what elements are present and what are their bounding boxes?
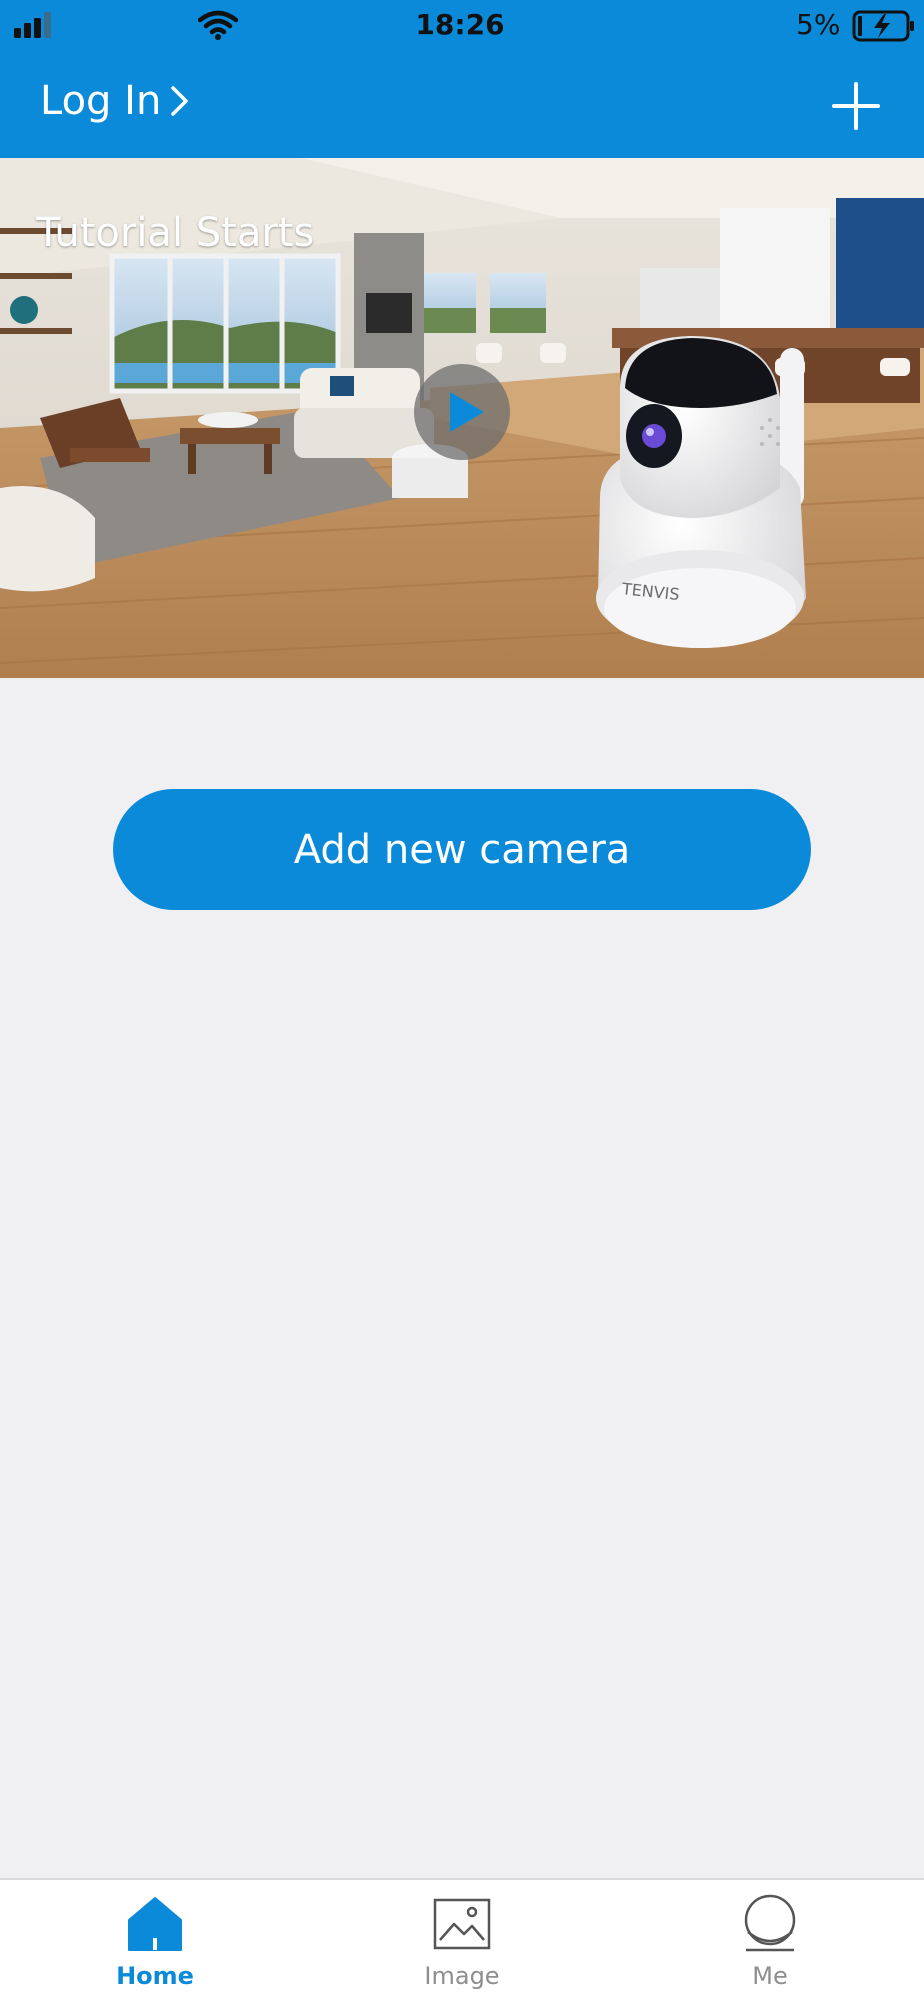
add-camera-button[interactable]: Add new camera <box>113 789 811 910</box>
app-header: 18:26 5% Log In <box>0 0 924 158</box>
camera-illustration: TENVIS <box>596 336 806 648</box>
bottom-tab-bar: Home Image Me <box>0 1878 924 2002</box>
profile-icon <box>744 1894 796 1952</box>
tab-me[interactable]: Me <box>670 1894 870 1998</box>
play-video-button[interactable] <box>414 364 510 460</box>
tab-image-label: Image <box>424 1962 500 1990</box>
plus-icon[interactable] <box>830 80 882 132</box>
play-icon <box>450 392 484 432</box>
tab-home[interactable]: Home <box>55 1894 255 1998</box>
login-label: Log In <box>40 78 162 124</box>
wifi-icon <box>198 10 238 40</box>
tutorial-banner[interactable]: TENVIS Tutorial Starts <box>0 158 924 678</box>
chevron-right-icon <box>171 86 189 116</box>
status-time: 18:26 <box>415 8 505 41</box>
tab-home-label: Home <box>116 1962 194 1990</box>
cellular-signal-icon <box>14 12 51 38</box>
login-link[interactable]: Log In <box>40 78 191 124</box>
battery-charging-icon <box>852 10 914 42</box>
tutorial-title: Tutorial Starts <box>36 210 315 256</box>
home-icon <box>128 1897 182 1951</box>
tab-me-label: Me <box>752 1962 788 1990</box>
tab-image[interactable]: Image <box>362 1894 562 1998</box>
image-icon <box>433 1898 491 1950</box>
status-bar: 18:26 5% <box>0 0 924 50</box>
battery-percent: 5% <box>796 8 841 41</box>
